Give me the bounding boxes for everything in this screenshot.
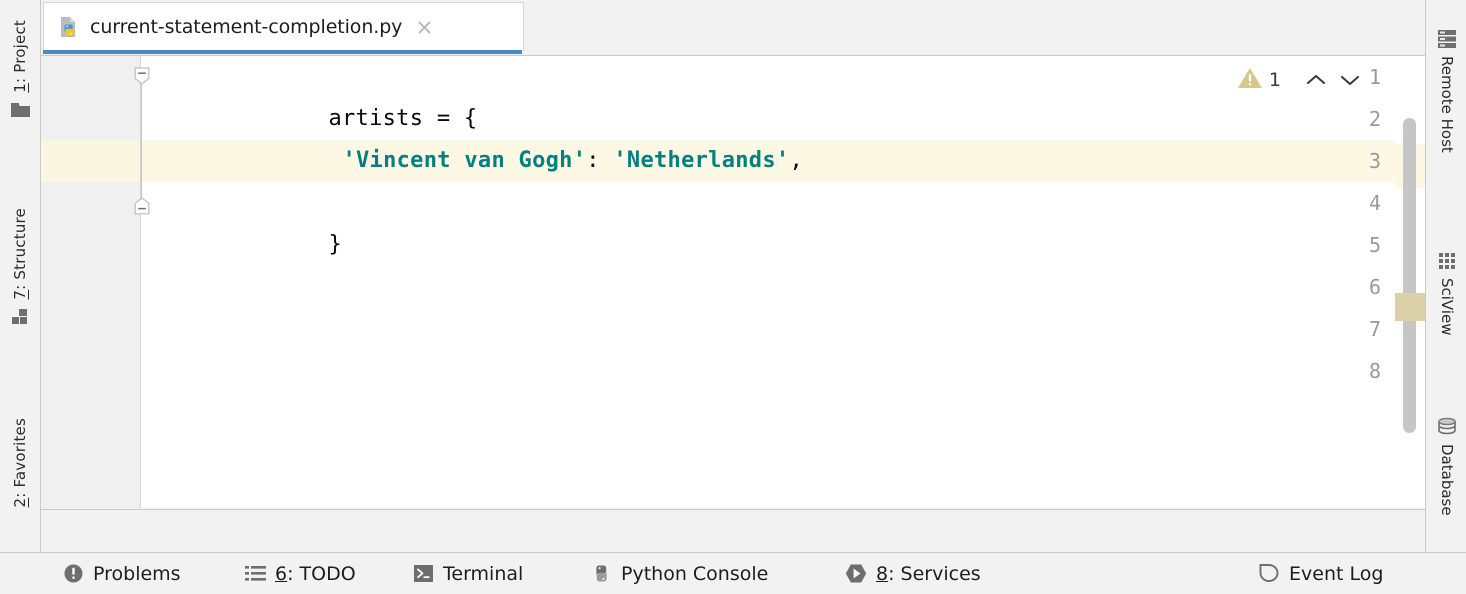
python-file-icon (58, 16, 80, 38)
inspection-count: 1 (1269, 69, 1281, 91)
inspection-widget: 1 (1237, 64, 1367, 96)
status-bar-label: Python Console (621, 563, 768, 585)
sidebar-item-project-label: 1: Project (0, 20, 41, 93)
warning-triangle-icon[interactable] (1237, 66, 1263, 94)
right-tool-window-bar: Remote Host SciView (1425, 0, 1466, 552)
code-line-2: 'Vincent van Gogh': 'Netherlands', (207, 98, 803, 140)
code-token: } (328, 232, 342, 257)
python-console-icon (590, 563, 612, 585)
status-bar-label: 6: TODO (275, 563, 356, 585)
services-play-icon (845, 563, 867, 585)
editor-tab-active-indicator (43, 50, 522, 54)
editor-window: current-statement-completion.py 1 2 3 4 (41, 0, 1425, 552)
status-bar-item-event-log[interactable]: Event Log (1258, 553, 1383, 594)
problems-icon (62, 563, 84, 585)
code-token: : (586, 148, 613, 173)
status-bar-label: Event Log (1289, 563, 1383, 585)
status-bar-item-problems[interactable]: Problems (62, 553, 181, 594)
chevron-up-icon[interactable] (1299, 64, 1333, 96)
server-icon (1426, 22, 1466, 56)
status-bar-item-terminal[interactable]: Terminal (412, 553, 523, 594)
folder-icon (0, 93, 41, 127)
status-bar: Problems 6: TODO (0, 552, 1466, 594)
editor-scrollbar-thumb[interactable] (1403, 118, 1416, 433)
sidebar-item-database-label: Database (1426, 444, 1466, 516)
chevron-down-icon[interactable] (1333, 64, 1367, 96)
close-icon[interactable] (416, 19, 433, 36)
status-bar-item-services[interactable]: 8: Services (845, 553, 981, 594)
editor-scrollbar-track[interactable] (1395, 56, 1425, 508)
code-token: , (789, 148, 803, 173)
caret-line-gutter-highlight-2 (41, 140, 140, 182)
event-log-icon (1258, 563, 1280, 585)
code-token: 'Netherlands' (613, 148, 789, 173)
editor-gutter[interactable] (41, 56, 140, 508)
code-token: 'Vincent van Gogh' (342, 148, 586, 173)
sidebar-item-favorites[interactable]: 2: Favorites (0, 418, 41, 508)
sidebar-item-favorites-label: 2: Favorites (0, 418, 41, 508)
terminal-icon (412, 563, 434, 585)
sidebar-item-structure-label: 7: Structure (0, 208, 41, 300)
pycharm-window: 1: Project 7: Structure 2: Favorites (0, 0, 1466, 594)
status-bar-item-python-console[interactable]: Python Console (590, 553, 768, 594)
code-text-layer: artists = { 'Vincent van Gogh': 'Netherl… (141, 56, 1425, 508)
warning-marker[interactable] (1395, 293, 1425, 321)
structure-icon (0, 300, 41, 334)
code-line-4: } (193, 182, 342, 224)
database-icon (1426, 410, 1466, 444)
code-line-1: artists = { (193, 56, 477, 98)
sidebar-item-structure[interactable]: 7: Structure (0, 208, 41, 334)
editor-bottom-filler (41, 509, 1425, 552)
status-bar-label: 8: Services (876, 563, 981, 585)
sidebar-item-sciview-label: SciView (1426, 278, 1466, 336)
editor-tab-label: current-statement-completion.py (90, 16, 402, 38)
status-bar-label: Problems (93, 563, 181, 585)
todo-list-icon (244, 563, 266, 585)
sidebar-item-project[interactable]: 1: Project (0, 20, 41, 127)
status-bar-item-todo[interactable]: 6: TODO (244, 553, 356, 594)
sidebar-item-sciview[interactable]: SciView (1426, 244, 1466, 336)
left-tool-window-bar: 1: Project 7: Structure 2: Favorites (0, 0, 41, 552)
editor-tab-current-statement-completion[interactable]: current-statement-completion.py (43, 2, 524, 51)
sidebar-item-remote-host-label: Remote Host (1426, 56, 1466, 153)
editor-tabstrip: current-statement-completion.py (41, 0, 1425, 55)
sidebar-item-remote-host[interactable]: Remote Host (1426, 22, 1466, 153)
code-editor[interactable]: 1 2 3 4 5 6 7 8 (41, 55, 1425, 508)
status-bar-label: Terminal (443, 563, 523, 585)
sidebar-item-database[interactable]: Database (1426, 410, 1466, 516)
grid-icon (1426, 244, 1466, 278)
